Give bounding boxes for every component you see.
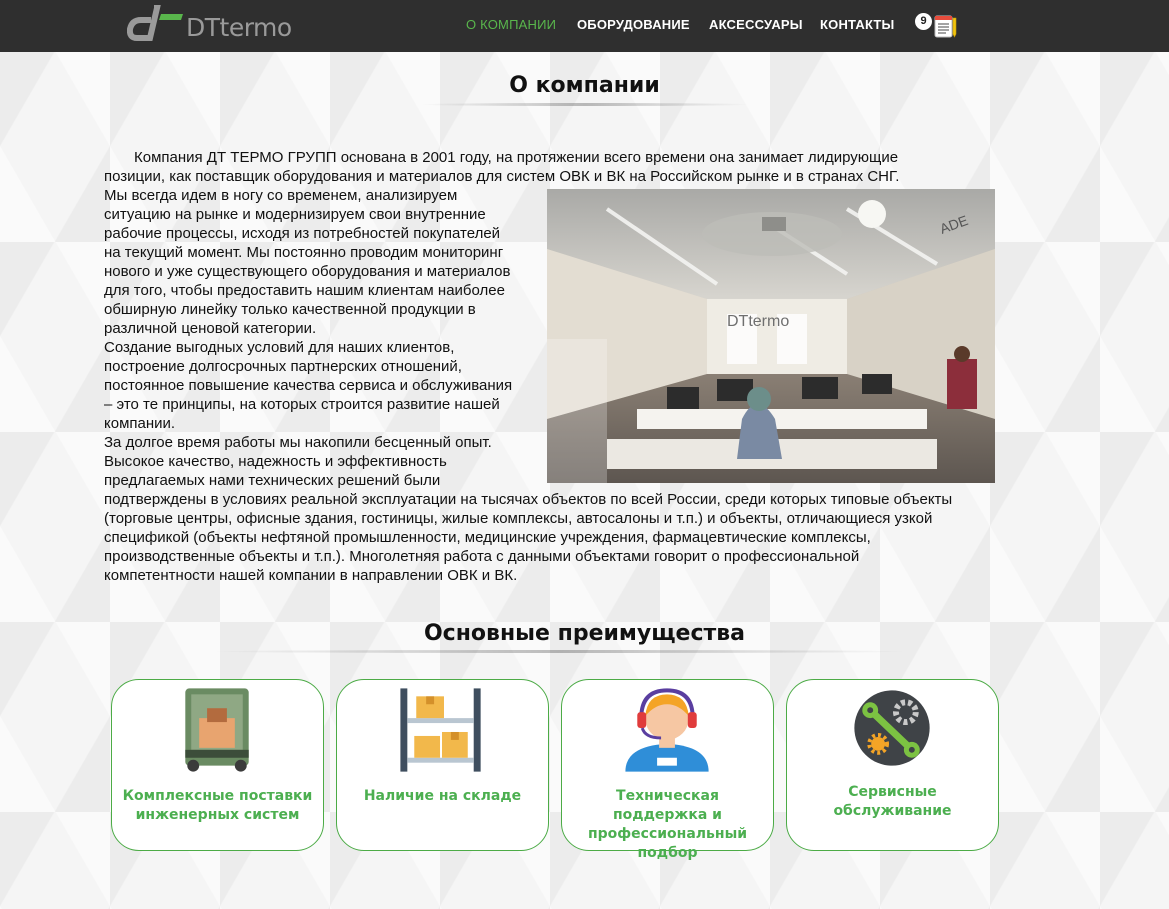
- about-text-line: для того, чтобы предоставить нашим клиен…: [104, 282, 505, 299]
- about-text-line: компетентности нашей компании в направле…: [104, 567, 518, 584]
- about-text-line: на текущий момент. Мы постоянно проводим…: [104, 244, 504, 261]
- about-text-line: подтверждены в условиях реальной эксплуа…: [104, 491, 953, 508]
- top-navbar: DTtermo О КОМПАНИИ ОБОРУДОВАНИЕ АКСЕССУА…: [0, 0, 1169, 52]
- advantage-label-stock: Наличие на складе: [363, 788, 522, 804]
- about-text-line: построение долгосрочных партнерских отно…: [104, 358, 462, 375]
- cart-count-badge: 9: [915, 13, 932, 30]
- advantage-label-supply: Комплексные поставки инженерных систем: [122, 788, 313, 823]
- office-photo: DTtermo ADE: [547, 189, 995, 483]
- truck-icon: [185, 688, 249, 772]
- about-text-line: спецификой (объекты нефтяной промышленно…: [104, 529, 871, 546]
- title-underline: [420, 103, 750, 106]
- about-text-line: производственные объекты и т.п.). Многол…: [104, 548, 860, 565]
- about-text-line: Компания ДТ ТЕРМО ГРУПП основана в 2001 …: [134, 149, 899, 166]
- nav-item-contacts[interactable]: КОНТАКТЫ: [820, 17, 894, 32]
- advantages-title: Основные преимущества: [423, 621, 746, 646]
- nav-item-equipment[interactable]: ОБОРУДОВАНИЕ: [577, 17, 690, 32]
- logo-mark-icon: [127, 5, 183, 41]
- about-text-line: компании.: [104, 415, 176, 432]
- service-gears-icon: [854, 690, 930, 766]
- photo-sign-text: DTtermo: [727, 313, 789, 330]
- logo[interactable]: DTtermo: [127, 3, 307, 47]
- about-text-line: Высокое качество, надежность и эффективн…: [104, 453, 447, 470]
- about-text-line: обширную линейку только качественной про…: [104, 301, 476, 318]
- about-text-line: нового и уже существующего оборудования …: [104, 263, 511, 280]
- about-text-line: ситуацию на рынке и модернизируем свои в…: [104, 206, 486, 223]
- about-text-line: различной ценовой категории.: [104, 320, 317, 337]
- page-title: О компании: [509, 73, 660, 98]
- nav-item-accessories[interactable]: АКСЕССУАРЫ: [709, 17, 803, 32]
- advantage-card-support[interactable]: Техническая поддержка и профессиональный…: [561, 679, 774, 861]
- about-text-line: – это те принципы, на которых строится р…: [104, 396, 500, 413]
- about-text-line: постоянное повышение качества сервиса и …: [104, 377, 513, 394]
- logo-text: DTtermo: [186, 13, 292, 42]
- about-text-line: Создание выгодных условий для наших клие…: [104, 339, 455, 356]
- nav-item-about[interactable]: О КОМПАНИИ: [466, 17, 556, 32]
- support-operator-icon: [625, 688, 709, 772]
- about-text-line: (торговые центры, офисные здания, гостин…: [104, 510, 933, 527]
- advantage-label-support: Техническая поддержка и профессиональный…: [587, 788, 748, 861]
- advantage-label-service: Сервисные обслуживание: [833, 784, 952, 819]
- about-text-line: За долгое время работы мы накопили бесце…: [104, 434, 492, 451]
- cart-button[interactable]: 9: [915, 12, 959, 40]
- notepad-icon: [934, 15, 957, 38]
- about-text-line: позиции, как поставщик оборудования и ма…: [104, 168, 900, 185]
- about-text-line: предлагаемых нами технических решений бы…: [104, 472, 441, 489]
- about-text-line: Мы всегда идем в ногу со временем, анали…: [104, 187, 458, 204]
- advantage-card-stock[interactable]: Наличие на складе: [336, 679, 549, 851]
- advantage-card-service[interactable]: Сервисные обслуживание: [786, 679, 999, 851]
- advantage-card-supply[interactable]: Комплексные поставки инженерных систем: [111, 679, 324, 851]
- warehouse-shelf-icon: [400, 688, 481, 772]
- about-text-line: рабочие процессы, исходя из потребностей…: [104, 225, 501, 242]
- advantages-underline: [210, 650, 910, 653]
